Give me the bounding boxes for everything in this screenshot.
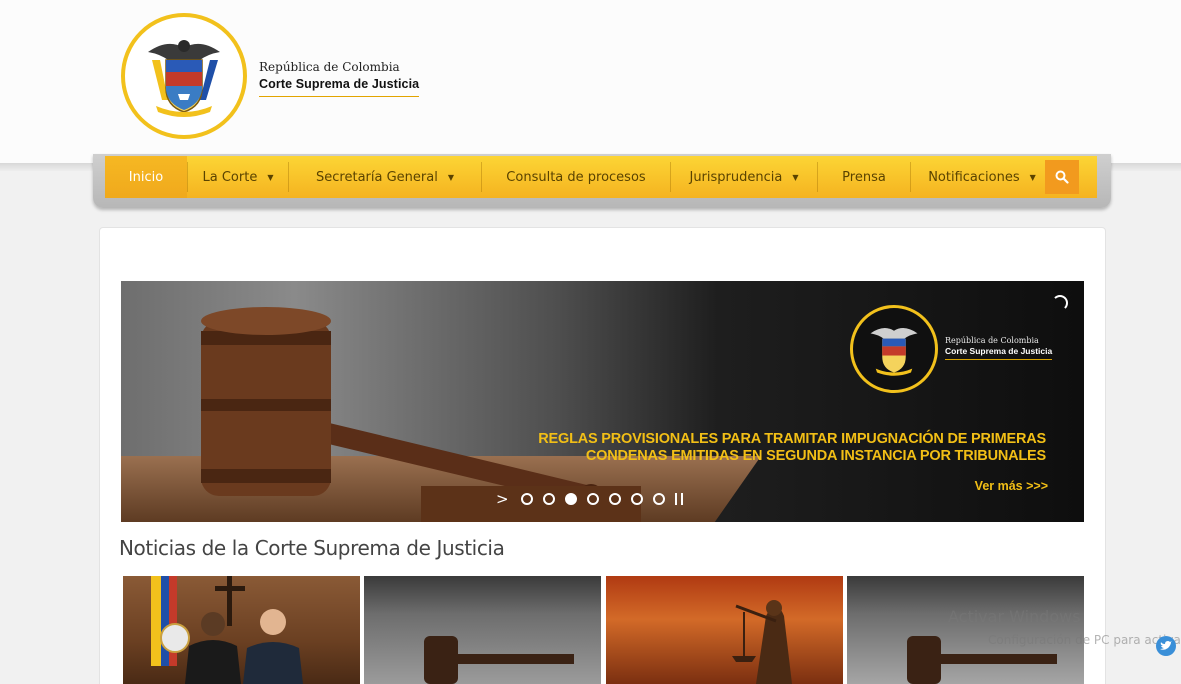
slider-pagination: >: [496, 491, 683, 507]
slide-dot[interactable]: [520, 493, 533, 505]
nav-item-label: La Corte: [202, 169, 258, 185]
news-photo-gavel: [424, 636, 574, 684]
slide-brand: República de Colombia Corte Suprema de J…: [945, 336, 1053, 360]
site-brand[interactable]: República de Colombia Corte Suprema de J…: [259, 60, 420, 97]
nav-item-consulta-procesos[interactable]: Consulta de procesos: [482, 156, 670, 198]
slide-dot-active[interactable]: [564, 493, 577, 505]
windows-activation-subtext: Configuración de PC para activar: [988, 633, 1181, 647]
ver-mas-link[interactable]: Ver más >>>: [975, 479, 1048, 493]
slide-dot[interactable]: [652, 493, 665, 505]
slide-brand-country: República de Colombia: [945, 336, 1039, 345]
site-header: República de Colombia Corte Suprema de J…: [0, 0, 1181, 163]
gavel-image: [201, 307, 641, 522]
nav-item-label: Inicio: [128, 169, 164, 185]
nav-item-secretaria-general[interactable]: Secretaría General ▼: [289, 156, 481, 198]
news-thumbnail[interactable]: [847, 576, 1084, 684]
nav-item-notificaciones[interactable]: Notificaciones ▼: [911, 156, 1053, 198]
nav-item-label: Consulta de procesos: [506, 169, 646, 185]
slide-dot[interactable]: [542, 493, 555, 505]
news-thumbnail[interactable]: [606, 576, 843, 684]
news-section-title: Noticias de la Corte Suprema de Justicia: [119, 536, 505, 560]
slide-dot[interactable]: [630, 493, 643, 505]
nav-item-label: Prensa: [842, 169, 886, 185]
nav-item-label: Notificaciones: [928, 169, 1020, 185]
news-thumbnail[interactable]: [364, 576, 601, 684]
main-nav: Inicio La Corte ▼ Secretaría General ▼ C…: [105, 156, 1097, 198]
news-photo-judges: [151, 576, 303, 684]
nav-item-jurisprudencia[interactable]: Jurisprudencia ▼: [671, 156, 817, 198]
pause-icon[interactable]: [674, 493, 683, 505]
brand-country: República de Colombia: [259, 60, 400, 74]
hero-slider[interactable]: República de Colombia Corte Suprema de J…: [121, 281, 1084, 522]
coat-of-arms-icon[interactable]: [121, 13, 247, 139]
news-photo-gavel: [907, 636, 1057, 684]
news-thumbnail[interactable]: [123, 576, 360, 684]
brand-institution: Corte Suprema de Justicia: [259, 77, 420, 97]
slide-dot[interactable]: [608, 493, 621, 505]
caret-down-icon: ▼: [792, 172, 799, 182]
twitter-icon[interactable]: [1156, 636, 1176, 656]
loading-spinner-icon: [1052, 295, 1068, 311]
next-slide-icon[interactable]: >: [496, 492, 509, 507]
caret-down-icon: ▼: [447, 172, 454, 182]
nav-item-label: Jurisprudencia: [689, 169, 783, 185]
nav-item-prensa[interactable]: Prensa: [818, 156, 910, 198]
nav-item-la-corte[interactable]: La Corte ▼: [188, 156, 288, 198]
caret-down-icon: ▼: [1029, 172, 1036, 182]
slide-headline-line2: CONDENAS EMITIDAS EN SEGUNDA INSTANCIA P…: [585, 448, 1046, 464]
caret-down-icon: ▼: [267, 172, 274, 182]
news-photo-justice-statue: [732, 600, 792, 684]
nav-item-label: Secretaría General: [316, 169, 438, 185]
search-button[interactable]: [1045, 160, 1079, 194]
windows-activation-text: Activar Windows: [948, 607, 1081, 626]
nav-item-inicio[interactable]: Inicio: [105, 156, 187, 198]
slide-coat-of-arms-icon: [850, 305, 938, 393]
slide-dot[interactable]: [586, 493, 599, 505]
slide-brand-institution: Corte Suprema de Justicia: [945, 346, 1053, 360]
slide-headline-line1: REGLAS PROVISIONALES PARA TRAMITAR IMPUG…: [538, 431, 1046, 447]
search-icon: [1055, 170, 1069, 184]
slide-headline[interactable]: REGLAS PROVISIONALES PARA TRAMITAR IMPUG…: [538, 431, 1046, 465]
